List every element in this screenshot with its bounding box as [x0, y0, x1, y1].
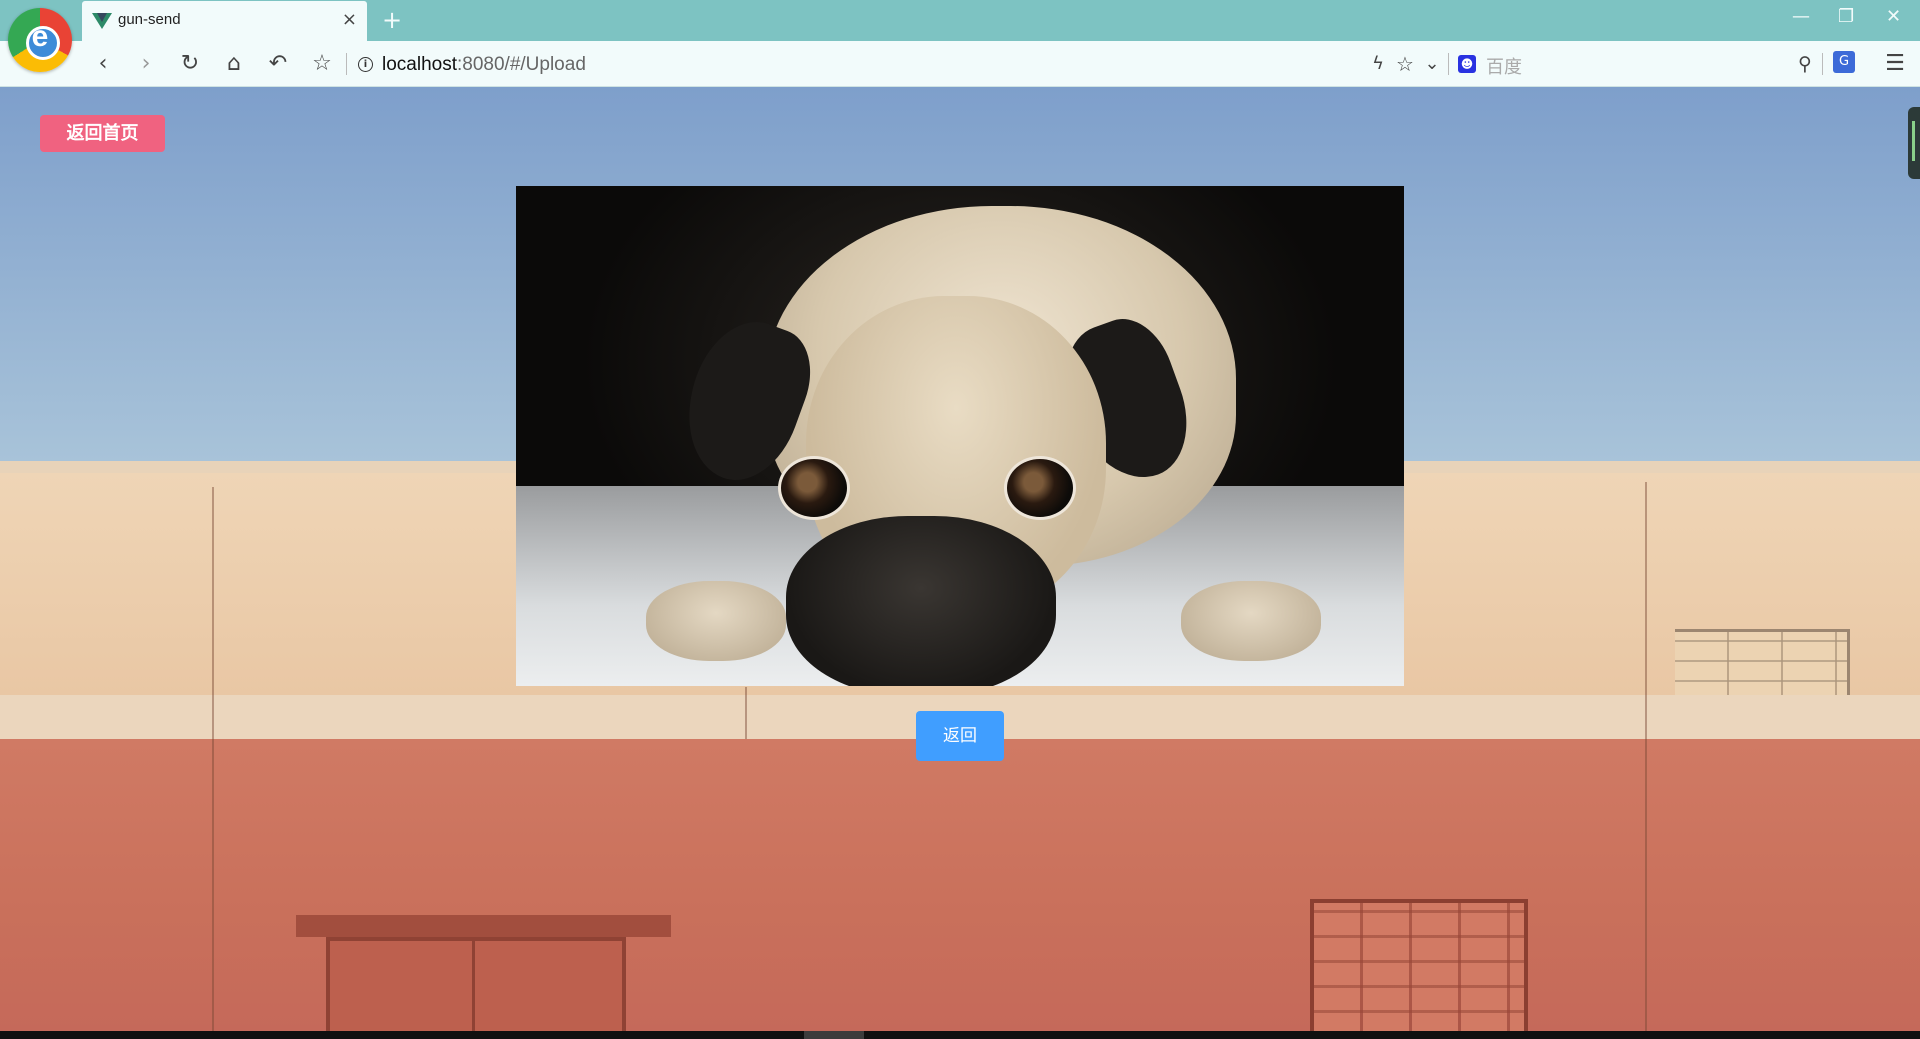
- search-placeholder: 百度: [1486, 57, 1522, 78]
- pug-eye: [778, 456, 850, 520]
- site-info-icon[interactable]: i: [358, 57, 373, 72]
- restore-icon[interactable]: ❐: [1838, 6, 1854, 27]
- background-brick-patch: [1675, 629, 1850, 703]
- background-door-lintel: [296, 915, 671, 937]
- pug-muzzle: [786, 516, 1056, 686]
- address-bar[interactable]: i localhost:8080/#/Upload: [352, 48, 1447, 80]
- forward-icon[interactable]: ›: [131, 49, 161, 79]
- browser-toolbar: ‹ › ↻ ⌂ ↶ ☆ i localhost:8080/#/Upload ϟ …: [0, 41, 1920, 87]
- search-icon[interactable]: ⚲: [1790, 49, 1820, 79]
- vue-favicon-icon: [92, 13, 112, 29]
- tab-close-icon[interactable]: ×: [342, 9, 357, 30]
- background-crack: [745, 687, 747, 739]
- browser-tab[interactable]: gun-send ×: [82, 1, 367, 41]
- back-icon[interactable]: ‹: [88, 49, 118, 79]
- lightning-icon[interactable]: ϟ: [1363, 49, 1393, 79]
- search-box[interactable]: ☻ 百度: [1458, 48, 1818, 80]
- new-tab-button[interactable]: +: [382, 6, 402, 34]
- star-icon[interactable]: ☆: [1390, 49, 1420, 79]
- toolbar-divider: [346, 53, 347, 75]
- bookmark-icon[interactable]: ☆: [307, 49, 337, 79]
- baidu-icon: ☻: [1458, 55, 1476, 73]
- back-button[interactable]: 返回: [916, 711, 1004, 761]
- url-host: localhost: [382, 54, 457, 75]
- minimize-icon[interactable]: —: [1792, 6, 1810, 27]
- pug-paw: [646, 581, 786, 661]
- background-wall-lower: [0, 739, 1920, 1031]
- browser-logo-icon[interactable]: e: [8, 8, 72, 72]
- background-crack: [212, 487, 214, 1031]
- taskbar-active-item[interactable]: [804, 1031, 864, 1039]
- pug-paw: [1181, 581, 1321, 661]
- pug-eye: [1004, 456, 1076, 520]
- browser-titlebar: gun-send × + — ❐ ✕: [0, 0, 1920, 41]
- reload-icon[interactable]: ↻: [175, 49, 205, 79]
- background-brick-window: [1310, 899, 1528, 1031]
- home-icon[interactable]: ⌂: [219, 49, 249, 79]
- page-content: 返回首页 返回: [0, 87, 1920, 1031]
- toolbar-divider: [1448, 53, 1449, 75]
- home-button[interactable]: 返回首页: [40, 115, 165, 152]
- taskbar: [0, 1031, 1920, 1039]
- url-text[interactable]: localhost:8080/#/Upload: [382, 54, 586, 76]
- translate-icon[interactable]: G: [1833, 51, 1855, 73]
- undo-icon[interactable]: ↶: [263, 49, 293, 79]
- dropdown-icon[interactable]: ⌄: [1417, 49, 1447, 79]
- background-door: [326, 937, 626, 1031]
- uploaded-image: [516, 186, 1404, 686]
- side-widget[interactable]: [1908, 107, 1920, 179]
- url-path: :8080/#/Upload: [457, 54, 586, 75]
- background-crack: [1645, 482, 1647, 1031]
- toolbar-divider: [1822, 53, 1823, 75]
- menu-icon[interactable]: ☰: [1880, 49, 1910, 79]
- tab-title: gun-send: [118, 11, 181, 28]
- close-window-icon[interactable]: ✕: [1886, 6, 1901, 27]
